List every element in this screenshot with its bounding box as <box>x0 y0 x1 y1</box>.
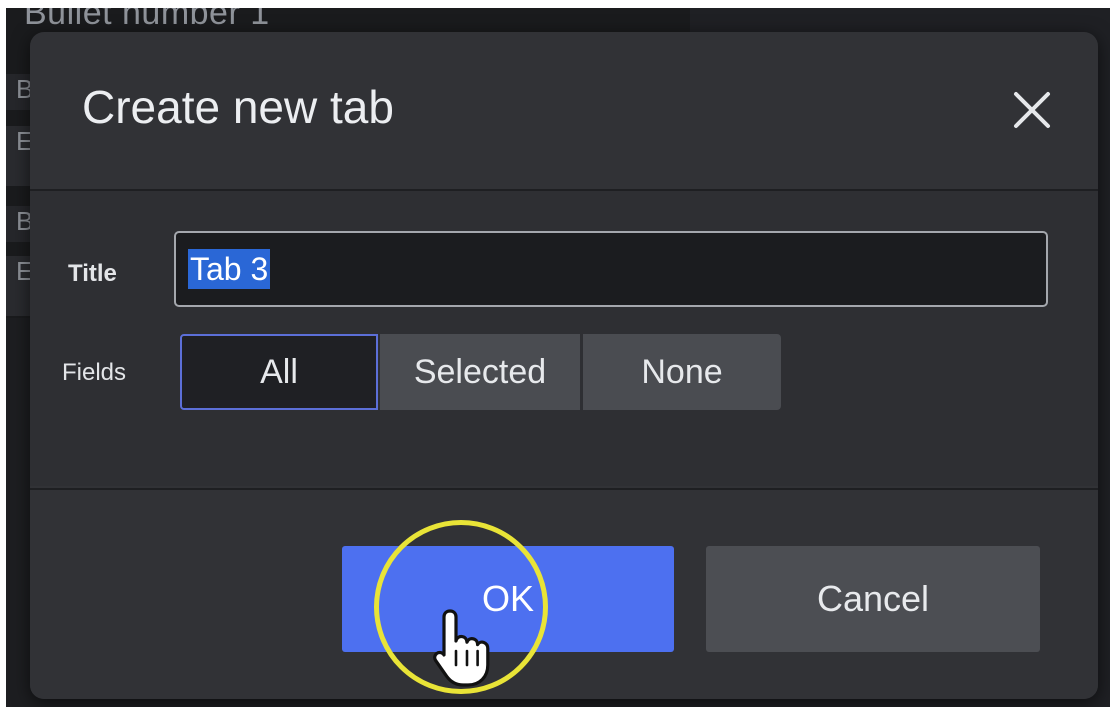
close-icon <box>1014 92 1050 128</box>
title-input-value: Tab 3 <box>188 249 271 289</box>
close-button[interactable] <box>1010 88 1054 132</box>
title-input[interactable]: Tab 3 <box>174 231 1048 307</box>
create-tab-dialog: Create new tab Title Tab 3 Fields All Se… <box>30 32 1098 699</box>
cancel-button[interactable]: Cancel <box>706 546 1040 652</box>
background-heading: Bullet number 1 <box>24 8 270 32</box>
title-label: Title <box>68 260 117 287</box>
dialog-footer: OK Cancel <box>30 488 1098 699</box>
fields-option-none[interactable]: None <box>583 334 781 410</box>
dialog-header: Create new tab <box>30 32 1098 191</box>
dialog-body: Title Tab 3 Fields All Selected None <box>30 191 1098 486</box>
app-window: Bullet number 1 Bu E Bu E Create new tab… <box>6 8 1110 707</box>
ok-button[interactable]: OK <box>342 546 674 652</box>
fields-label: Fields <box>62 359 127 386</box>
fields-option-selected[interactable]: Selected <box>380 334 580 410</box>
fields-option-all[interactable]: All <box>180 334 378 410</box>
dialog-title: Create new tab <box>82 81 394 133</box>
